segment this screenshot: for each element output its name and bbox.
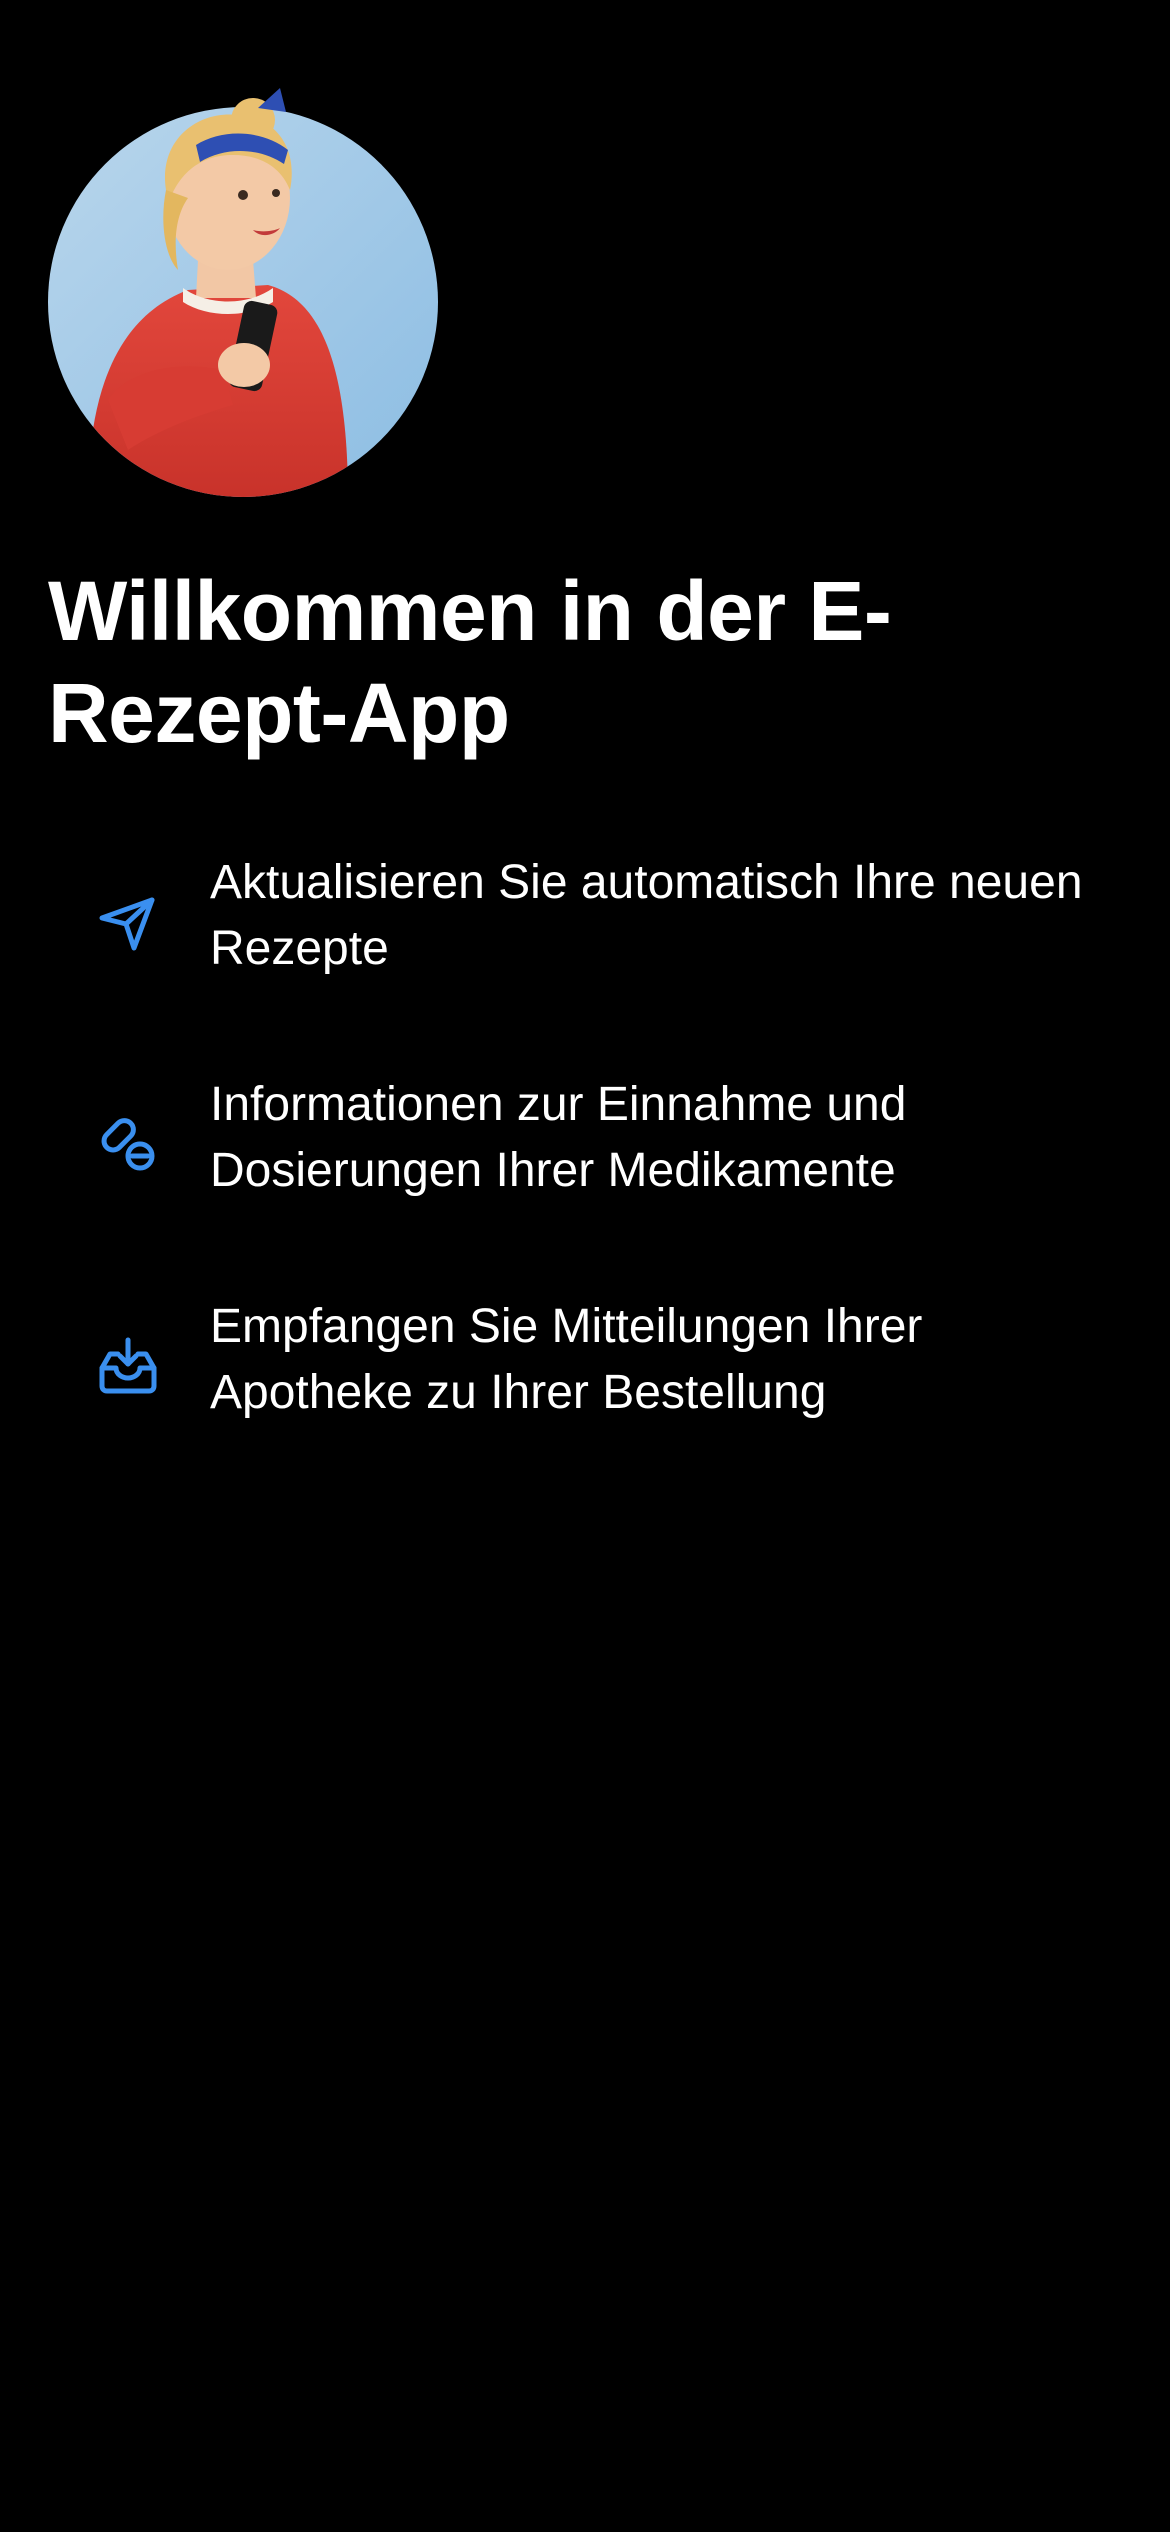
onboarding-screen: Willkommen in der E-Rezept-App Aktualisi… [0,0,1170,2532]
list-item: Aktualisieren Sie automatisch Ihre neuen… [0,850,1170,1072]
list-item: Empfangen Sie Mitteilungen Ihrer Apothek… [0,1294,1170,1516]
feature-text: Empfangen Sie Mitteilungen Ihrer Apothek… [210,1300,923,1419]
paper-plane-icon [96,890,160,954]
page-title: Willkommen in der E-Rezept-App [48,564,892,760]
feature-list: Aktualisieren Sie automatisch Ihre neuen… [0,850,1170,1516]
pills-icon [96,1112,160,1176]
inbox-download-icon [96,1334,160,1398]
feature-text: Informationen zur Einnahme und Dosierung… [210,1078,907,1197]
feature-text: Aktualisieren Sie automatisch Ihre neuen… [210,856,1083,975]
list-item: Informationen zur Einnahme und Dosierung… [0,1072,1170,1294]
avatar-illustration [48,70,438,500]
